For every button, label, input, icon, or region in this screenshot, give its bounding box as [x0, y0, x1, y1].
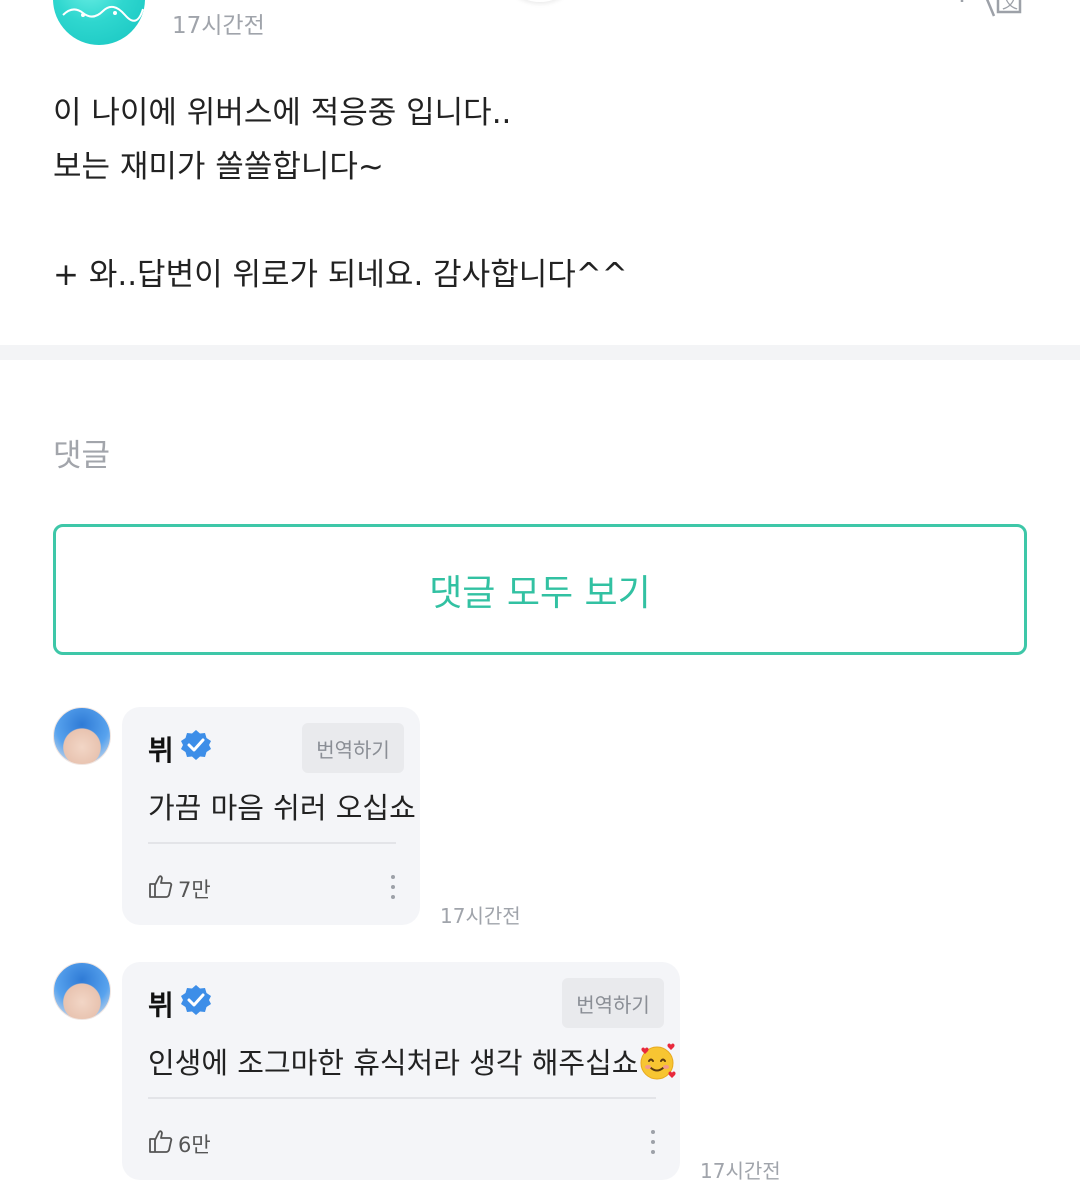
comment-card: 뷔 번역하기 가끔 마음 쉬러 오십쇼 7만 [122, 707, 420, 925]
comment-author[interactable]: 뷔 [148, 984, 174, 1024]
comment-divider [148, 1097, 656, 1099]
translate-icon[interactable]: 文 [958, 0, 1022, 24]
like-thumb-icon[interactable] [148, 1128, 174, 1154]
post-body: 이 나이에 위버스에 적응중 입니다.. 보는 재미가 쏠쏠합니다~ + 와..… [53, 86, 1033, 302]
comment-text: 인생에 조그마한 휴식처라 생각 해주십쇼 [148, 1040, 676, 1082]
post-line [53, 194, 1033, 248]
more-options-icon[interactable] [649, 1130, 657, 1158]
comment-text: 가끔 마음 쉬러 오십쇼 [148, 791, 416, 825]
commenter-avatar[interactable] [53, 707, 111, 765]
comment-card: 뷔 번역하기 인생에 조그마한 휴식처라 생각 해주십쇼 6만 [122, 962, 680, 1180]
view-all-comments-button[interactable]: 댓글 모두 보기 [53, 524, 1027, 655]
floating-handle [498, 0, 582, 2]
post-line: 이 나이에 위버스에 적응중 입니다.. [53, 95, 512, 131]
author-avatar[interactable] [53, 0, 145, 45]
commenter-avatar[interactable] [53, 962, 111, 1020]
comment-timestamp: 17시간전 [440, 904, 521, 928]
like-count: 6만 [178, 1133, 211, 1157]
more-options-icon[interactable] [389, 875, 397, 903]
like-thumb-icon[interactable] [148, 873, 174, 899]
smiling-face-with-hearts-icon [640, 1043, 676, 1080]
post-line: + 와..답변이 위로가 되네요. 감사합니다^^ [53, 257, 628, 293]
comment-divider [148, 842, 396, 844]
post-timestamp: 17시간전 [172, 13, 265, 39]
section-divider [0, 345, 1080, 360]
post-line: 보는 재미가 쏠쏠합니다~ [53, 149, 384, 185]
post-detail-page: 17시간전 文 이 나이에 위버스에 적응중 입니다.. 보는 재미가 쏠쏠합니… [0, 0, 1080, 1199]
comment-text-content: 인생에 조그마한 휴식처라 생각 해주십쇼 [148, 1046, 639, 1080]
verified-badge-icon [181, 730, 211, 760]
verified-badge-icon [181, 985, 211, 1015]
translate-button[interactable]: 번역하기 [562, 978, 664, 1028]
like-count: 7만 [178, 878, 211, 902]
comments-heading: 댓글 [53, 438, 111, 474]
comment-timestamp: 17시간전 [700, 1159, 781, 1183]
comment-author[interactable]: 뷔 [148, 729, 174, 769]
translate-button[interactable]: 번역하기 [302, 723, 404, 773]
svg-text:文: 文 [1002, 0, 1018, 12]
